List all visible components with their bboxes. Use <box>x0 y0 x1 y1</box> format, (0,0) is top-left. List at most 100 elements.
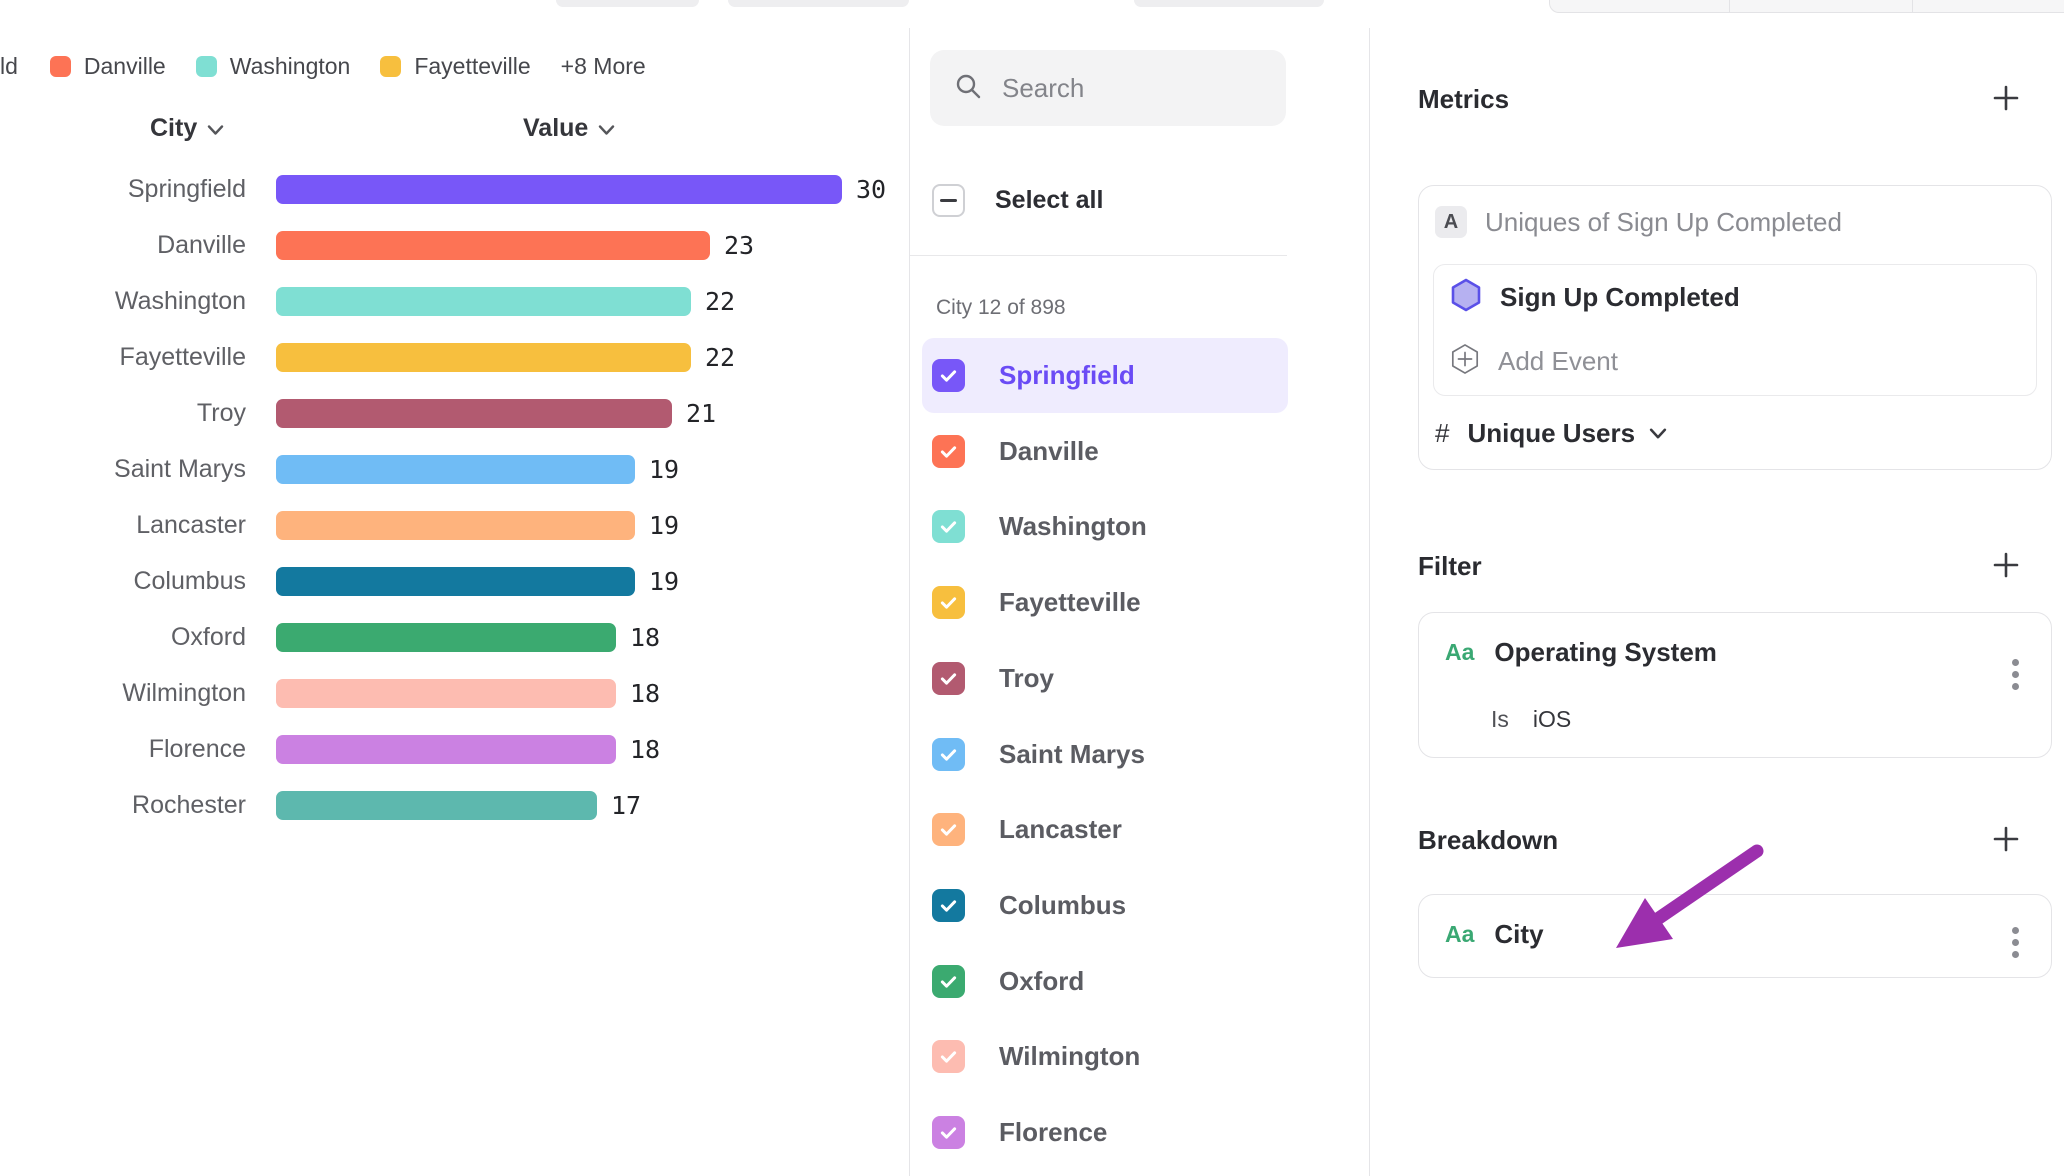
chart-bar[interactable] <box>276 399 672 428</box>
search-box[interactable] <box>930 50 1286 126</box>
aggregation-label: Unique Users <box>1467 418 1635 449</box>
checked-checkbox[interactable] <box>932 510 965 543</box>
picker-item-oxford[interactable]: Oxford <box>922 944 1288 1019</box>
chart-row-label: Danville <box>0 231 246 260</box>
legend-more-button[interactable]: +8 More <box>561 53 646 80</box>
picker-item-label: Fayetteville <box>999 587 1141 618</box>
picker-item-saint-marys[interactable]: Saint Marys <box>922 717 1288 792</box>
search-input[interactable] <box>1000 72 1250 105</box>
chart-bar-value: 17 <box>611 791 641 820</box>
chart-row: Lancaster19 <box>0 497 907 553</box>
select-all-row[interactable]: Select all <box>932 184 1103 217</box>
legend-item[interactable]: Danville <box>50 53 166 80</box>
add-event-row[interactable]: Add Event <box>1434 330 2036 392</box>
cutoff-segmented-control[interactable] <box>1549 0 2064 13</box>
chart-bar[interactable] <box>276 287 691 316</box>
picker-item-troy[interactable]: Troy <box>922 641 1288 716</box>
chart-bar[interactable] <box>276 623 616 652</box>
breakdown-property-row[interactable]: Aa City <box>1419 895 2051 950</box>
chart-row-label: Florence <box>0 735 246 764</box>
picker-item-danville[interactable]: Danville <box>922 414 1288 489</box>
picker-item-label: Washington <box>999 511 1147 542</box>
chart-row-label: Springfield <box>0 175 246 204</box>
chart-bar-value: 30 <box>856 175 886 204</box>
checked-checkbox[interactable] <box>932 813 965 846</box>
chart-bar[interactable] <box>276 735 616 764</box>
chart-bar[interactable] <box>276 567 635 596</box>
chart-bar[interactable] <box>276 679 616 708</box>
legend-swatch <box>380 56 401 77</box>
aggregation-dropdown[interactable]: # Unique Users <box>1435 418 1667 449</box>
chart-row: Springfield 30 <box>0 161 907 217</box>
checked-checkbox[interactable] <box>932 435 965 468</box>
metric-card: A Uniques of Sign Up Completed Sign Up C… <box>1418 185 2052 470</box>
picker-item-label: Lancaster <box>999 814 1122 845</box>
cutoff-tab <box>556 0 699 7</box>
chart-bar[interactable] <box>276 343 691 372</box>
plus-icon <box>1991 824 2021 854</box>
breakdown-property-label: City <box>1494 919 1543 950</box>
picker-item-florence[interactable]: Florence <box>922 1095 1288 1170</box>
chart-row-label: Troy <box>0 399 246 428</box>
event-row[interactable]: Sign Up Completed <box>1434 265 2036 330</box>
add-event-hexagon-icon <box>1450 343 1480 380</box>
picker-item-springfield[interactable]: Springfield <box>922 338 1288 413</box>
chart-bar[interactable] <box>276 175 842 204</box>
chart-row-label: Washington <box>0 287 246 316</box>
legend-label: Danville <box>84 53 166 80</box>
picker-item-washington[interactable]: Washington <box>922 489 1288 564</box>
chart-row-label: Columbus <box>0 567 246 596</box>
checked-checkbox[interactable] <box>932 662 965 695</box>
chart-bar[interactable] <box>276 231 710 260</box>
chart-bar-value: 21 <box>686 399 716 428</box>
select-all-checkbox[interactable] <box>932 184 965 217</box>
kebab-menu-icon[interactable] <box>2008 655 2023 694</box>
filter-condition-row[interactable]: Is iOS <box>1491 706 1571 733</box>
checked-checkbox[interactable] <box>932 586 965 619</box>
picker-item-lancaster[interactable]: Lancaster <box>922 792 1288 867</box>
filter-property-row[interactable]: Aa Operating System <box>1419 613 2051 668</box>
checked-checkbox[interactable] <box>932 1040 965 1073</box>
add-filter-button[interactable] <box>1988 547 2024 583</box>
checked-checkbox[interactable] <box>932 738 965 771</box>
chart-bar[interactable] <box>276 791 597 820</box>
chevron-down-icon <box>598 114 615 143</box>
legend-item[interactable]: Washington <box>196 53 351 80</box>
checked-checkbox[interactable] <box>932 889 965 922</box>
chart-row-label: Fayetteville <box>0 343 246 372</box>
chart-bar-value: 18 <box>630 735 660 764</box>
chart-row: Florence 18 <box>0 721 907 777</box>
picker-item-wilmington[interactable]: Wilmington <box>922 1019 1288 1094</box>
search-icon <box>954 72 982 105</box>
filter-card[interactable]: Aa Operating System Is iOS <box>1418 612 2052 758</box>
add-breakdown-button[interactable] <box>1988 821 2024 857</box>
chart-bar[interactable] <box>276 511 635 540</box>
add-metric-button[interactable] <box>1988 80 2024 116</box>
checked-checkbox[interactable] <box>932 1116 965 1149</box>
filter-heading: Filter <box>1418 551 1482 582</box>
legend-label: Washington <box>230 53 351 80</box>
chart-row-label: Lancaster <box>0 511 246 540</box>
checked-checkbox[interactable] <box>932 965 965 998</box>
picker-item-label: Saint Marys <box>999 739 1145 770</box>
chart-row: Troy 21 <box>0 385 907 441</box>
picker-item-fayetteville[interactable]: Fayetteville <box>922 565 1288 640</box>
sort-header-value[interactable]: Value <box>523 114 615 143</box>
breakdown-card[interactable]: Aa City <box>1418 894 2052 978</box>
chart-row-label: Saint Marys <box>0 455 246 484</box>
legend-item[interactable]: Fayetteville <box>380 53 530 80</box>
checked-checkbox[interactable] <box>932 359 965 392</box>
picker-item-columbus[interactable]: Columbus <box>922 868 1288 943</box>
picker-item-label: Troy <box>999 663 1054 694</box>
metric-summary-row[interactable]: A Uniques of Sign Up Completed <box>1435 206 2035 238</box>
cutoff-tab <box>1134 0 1324 7</box>
chart-row: Danville23 <box>0 217 907 273</box>
kebab-menu-icon[interactable] <box>2008 923 2023 962</box>
event-card: Sign Up Completed Add Event <box>1433 264 2037 396</box>
chart-legend: ld Danville Washington Fayetteville +8 M… <box>0 50 676 82</box>
sort-header-city[interactable]: City <box>150 114 224 143</box>
chart-bar-value: 18 <box>630 679 660 708</box>
legend-label: Fayetteville <box>414 53 530 80</box>
chart-bar[interactable] <box>276 455 635 484</box>
picker-item-label: Springfield <box>999 360 1135 391</box>
